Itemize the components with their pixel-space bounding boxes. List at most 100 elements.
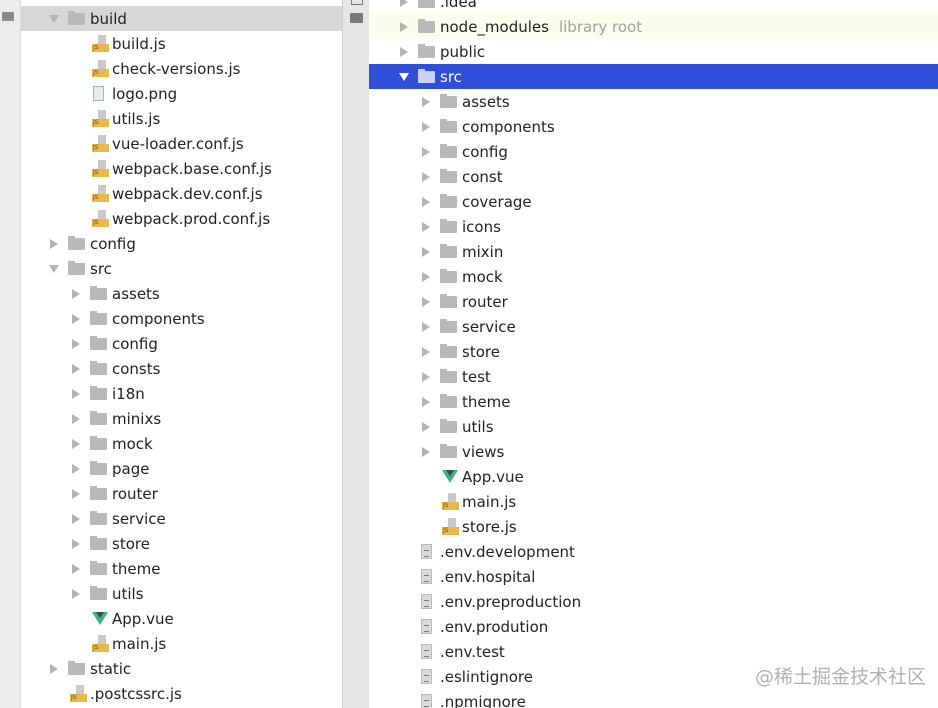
tree-folder-public[interactable]: public [369, 39, 938, 64]
tree-folder-static[interactable]: static [21, 656, 342, 681]
chevron-right-icon[interactable] [72, 463, 80, 474]
tree-folder-config[interactable]: config [21, 231, 342, 256]
chevron-right-icon[interactable] [72, 538, 80, 549]
tree-folder-coverage[interactable]: coverage [369, 189, 938, 214]
tree-folder-components[interactable]: components [369, 114, 938, 139]
tree-folder-config[interactable]: config [369, 139, 938, 164]
chevron-down-icon[interactable] [49, 264, 59, 273]
tree-folder-src[interactable]: src [21, 256, 342, 281]
tree-folder-utils[interactable]: utils [21, 581, 342, 606]
chevron-right-icon[interactable] [422, 421, 430, 432]
chevron-right-icon[interactable] [72, 313, 80, 324]
chevron-right-icon[interactable] [422, 246, 430, 257]
tree-folder-page[interactable]: page [21, 456, 342, 481]
tree-file-vue-loader-conf-js[interactable]: JS vue-loader.conf.js [21, 131, 342, 156]
js-file-icon: JS [92, 184, 109, 203]
tree-folder-mock[interactable]: mock [369, 264, 938, 289]
tree-folder-store[interactable]: store [21, 531, 342, 556]
tree-file-env-hospital[interactable]: .env.hospital [369, 564, 938, 589]
chevron-right-icon[interactable] [72, 488, 80, 499]
tree-folder-router[interactable]: router [21, 481, 342, 506]
chevron-right-icon[interactable] [422, 96, 430, 107]
chevron-right-icon[interactable] [72, 413, 80, 424]
chevron-right-icon[interactable] [422, 271, 430, 282]
tree-file-env-test[interactable]: .env.test [369, 639, 938, 664]
chevron-right-icon[interactable] [72, 588, 80, 599]
tree-file-app-vue[interactable]: App.vue [21, 606, 342, 631]
tree-folder-config[interactable]: config [21, 331, 342, 356]
chevron-down-icon[interactable] [399, 72, 409, 81]
tree-file-utils-js[interactable]: JS utils.js [21, 106, 342, 131]
tree-item-label: consts [112, 359, 161, 378]
chevron-right-icon[interactable] [400, 0, 408, 7]
tree-folder-assets[interactable]: assets [369, 89, 938, 114]
chevron-right-icon[interactable] [400, 21, 408, 32]
chevron-right-icon[interactable] [400, 46, 408, 57]
folder-icon [440, 168, 457, 183]
chevron-right-icon[interactable] [72, 563, 80, 574]
tree-folder-mixin[interactable]: mixin [369, 239, 938, 264]
folder-icon[interactable] [350, 13, 363, 23]
chevron-right-icon[interactable] [422, 171, 430, 182]
tree-folder-consts[interactable]: consts [21, 356, 342, 381]
folder-icon[interactable] [2, 12, 14, 21]
chevron-right-icon[interactable] [422, 121, 430, 132]
chevron-down-icon[interactable] [49, 14, 59, 23]
chevron-right-icon[interactable] [422, 221, 430, 232]
tree-file-main-js[interactable]: JS main.js [369, 489, 938, 514]
tree-folder-minixs[interactable]: minixs [21, 406, 342, 431]
chevron-right-icon[interactable] [72, 288, 80, 299]
chevron-right-icon[interactable] [422, 146, 430, 157]
chevron-right-icon[interactable] [72, 338, 80, 349]
tree-file-postcssrc-js[interactable]: JS .postcssrc.js [21, 681, 342, 706]
chevron-right-icon[interactable] [50, 238, 58, 249]
tree-file-webpack-dev-conf-js[interactable]: JS webpack.dev.conf.js [21, 181, 342, 206]
tree-file-build-js[interactable]: JS build.js [21, 31, 342, 56]
tree-folder-components[interactable]: components [21, 306, 342, 331]
chevron-right-icon[interactable] [422, 346, 430, 357]
tree-file-main-js[interactable]: JS main.js [21, 631, 342, 656]
tree-file-store-js[interactable]: JS store.js [369, 514, 938, 539]
tree-folder-test[interactable]: test [369, 364, 938, 389]
tree-file-app-vue[interactable]: App.vue [369, 464, 938, 489]
tree-folder-theme[interactable]: theme [369, 389, 938, 414]
chevron-right-icon[interactable] [72, 388, 80, 399]
chevron-right-icon[interactable] [422, 371, 430, 382]
chevron-right-icon[interactable] [422, 396, 430, 407]
tree-folder-utils[interactable]: utils [369, 414, 938, 439]
tree-folder-service[interactable]: service [369, 314, 938, 339]
tree-folder-build[interactable]: build [21, 6, 342, 31]
tree-folder-mock[interactable]: mock [21, 431, 342, 456]
tree-folder-src[interactable]: src [369, 64, 938, 89]
tree-folder-service[interactable]: service [21, 506, 342, 531]
tree-item-label: views [462, 442, 505, 461]
chevron-right-icon[interactable] [72, 363, 80, 374]
tree-folder-icons[interactable]: icons [369, 214, 938, 239]
chevron-right-icon[interactable] [422, 446, 430, 457]
tree-folder-theme[interactable]: theme [21, 556, 342, 581]
chevron-right-icon[interactable] [72, 513, 80, 524]
chevron-right-icon[interactable] [422, 296, 430, 307]
tree-folder-i18n[interactable]: i18n [21, 381, 342, 406]
chevron-right-icon[interactable] [422, 321, 430, 332]
tree-folder-const[interactable]: const [369, 164, 938, 189]
tree-file-npmignore[interactable]: .npmignore [369, 689, 938, 708]
tree-file-webpack-base-conf-js[interactable]: JS webpack.base.conf.js [21, 156, 342, 181]
chevron-right-icon[interactable] [50, 663, 58, 674]
tree-folder-assets[interactable]: assets [21, 281, 342, 306]
tree-file-env-development[interactable]: .env.development [369, 539, 938, 564]
tree-file-env-prodution[interactable]: .env.prodution [369, 614, 938, 639]
tree-file-logo-png[interactable]: logo.png [21, 81, 342, 106]
tree-folder-views[interactable]: views [369, 439, 938, 464]
js-file-icon: JS [92, 159, 109, 178]
tree-folder-router[interactable]: router [369, 289, 938, 314]
structure-icon[interactable] [351, 0, 363, 5]
tree-folder-node-modules[interactable]: node_modules library root [369, 14, 938, 39]
chevron-right-icon[interactable] [422, 196, 430, 207]
tree-file-env-preproduction[interactable]: .env.preproduction [369, 589, 938, 614]
tree-folder-store[interactable]: store [369, 339, 938, 364]
tree-file-webpack-prod-conf-js[interactable]: JS webpack.prod.conf.js [21, 206, 342, 231]
chevron-right-icon[interactable] [72, 438, 80, 449]
tree-file-check-versions-js[interactable]: JS check-versions.js [21, 56, 342, 81]
tree-folder-idea[interactable]: .idea [369, 0, 938, 14]
